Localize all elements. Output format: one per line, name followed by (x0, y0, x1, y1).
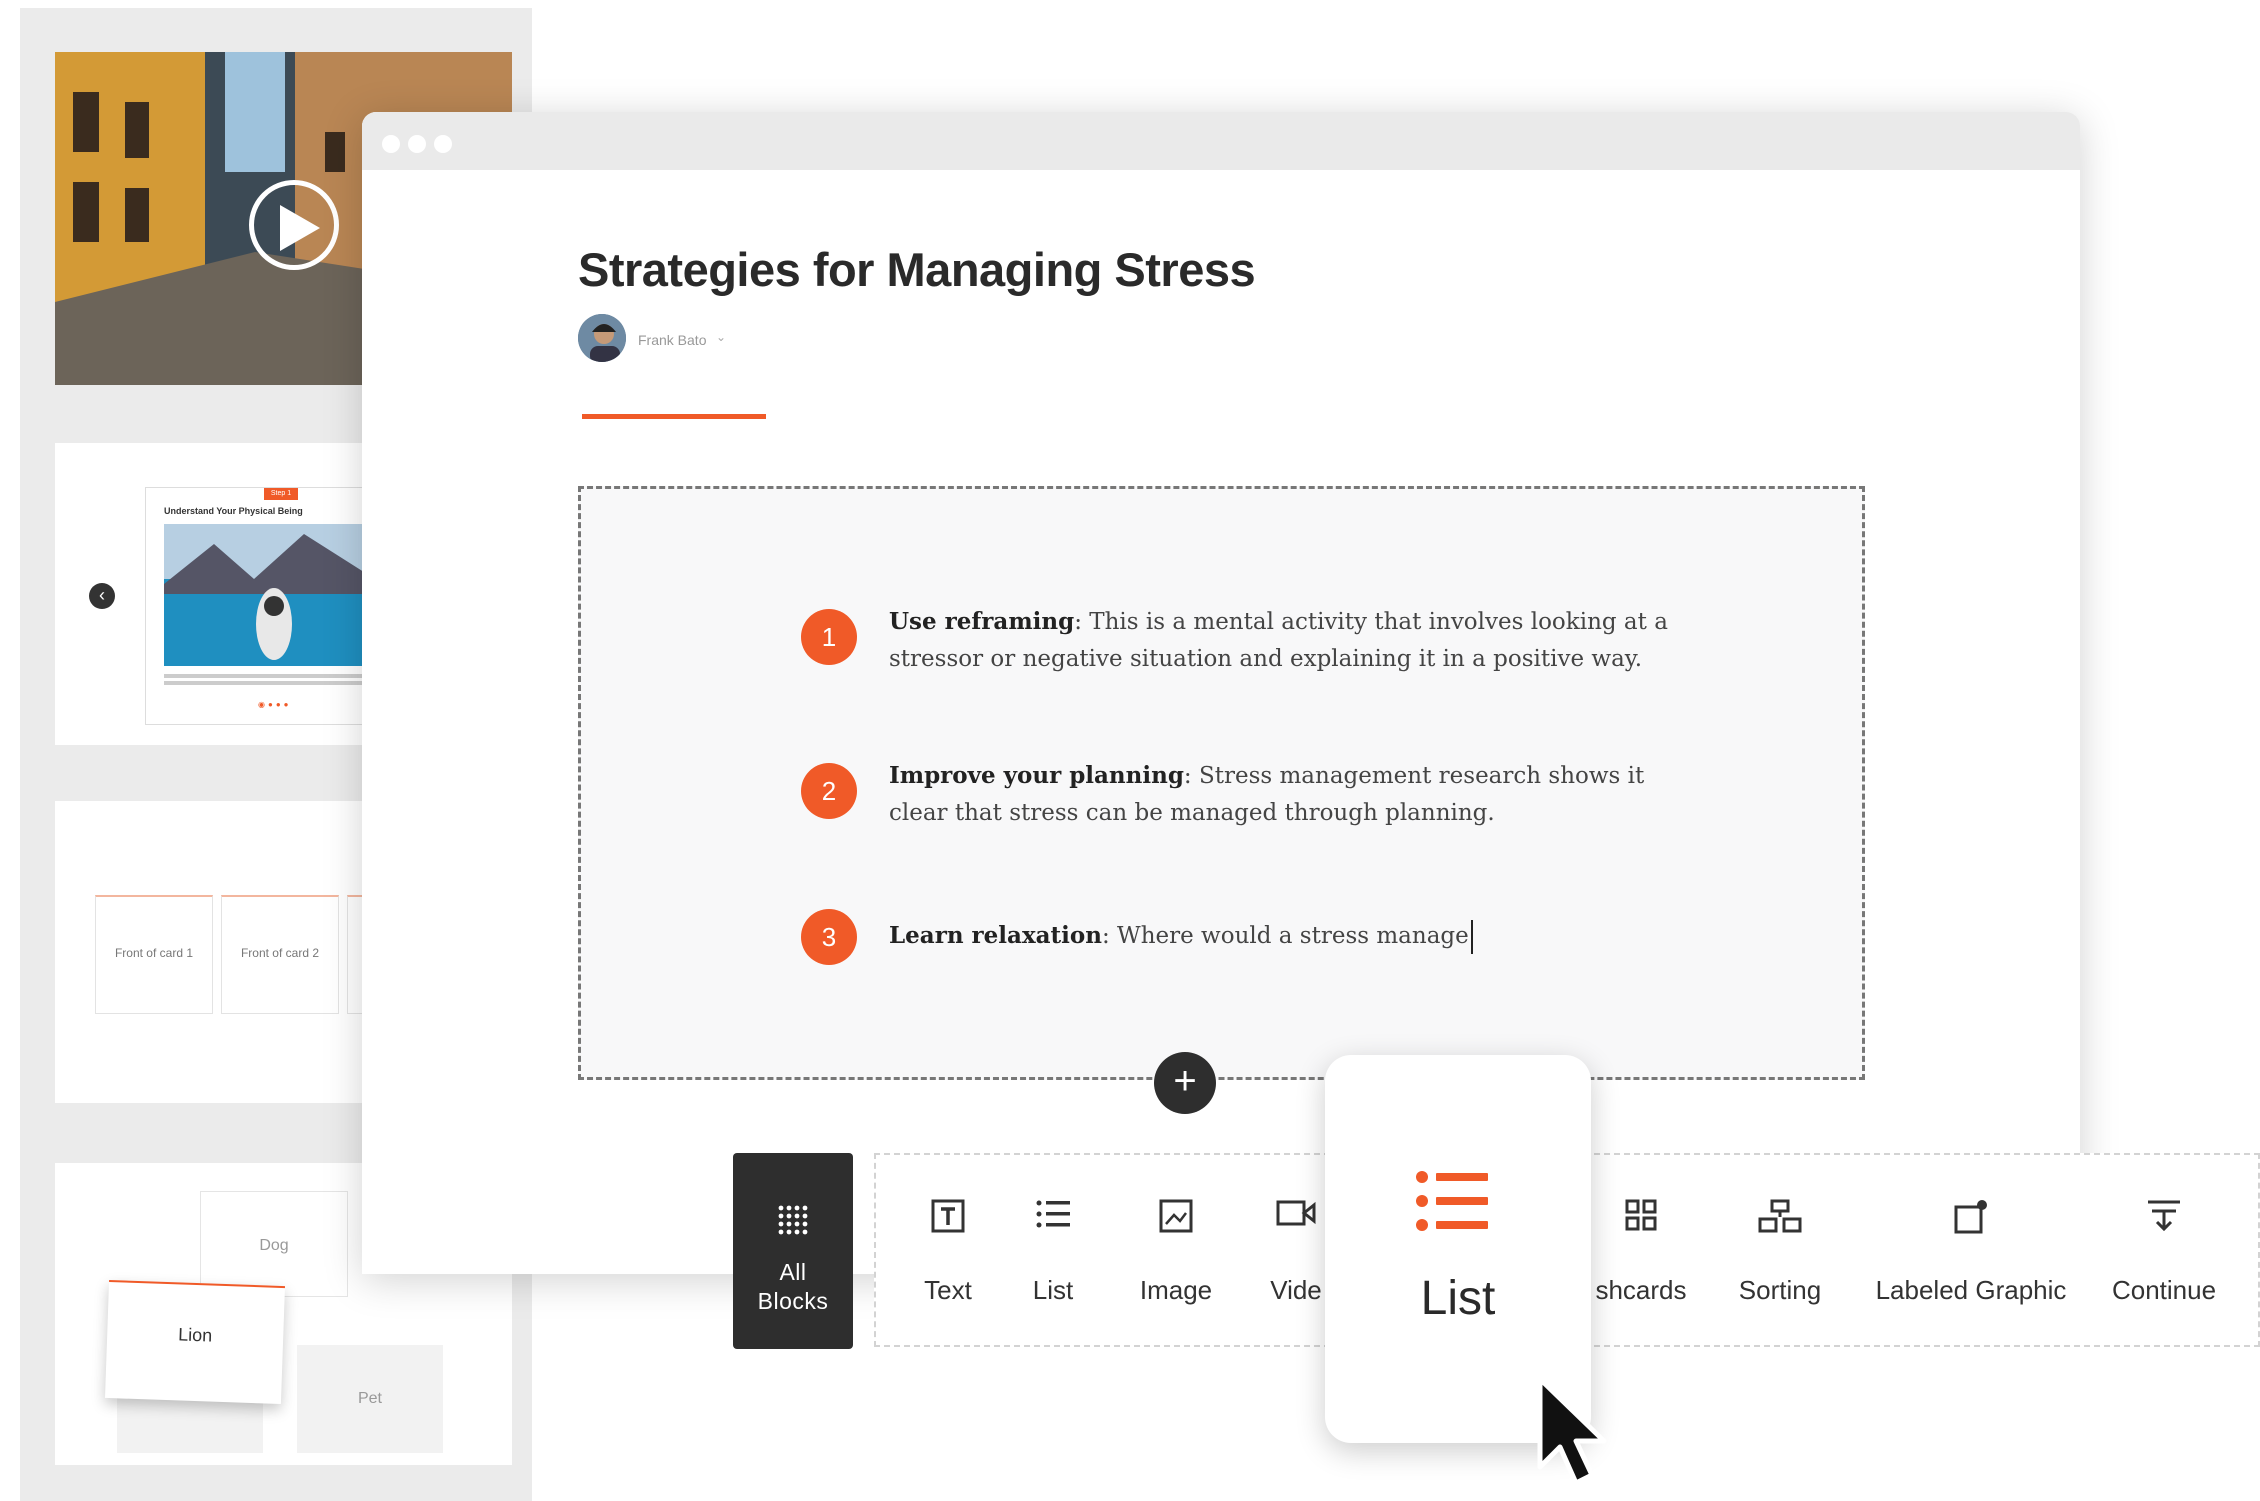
list-item-heading: Improve your planning (889, 762, 1184, 789)
step-badge: Step 1 (264, 488, 298, 500)
block-image-button[interactable]: Image (1112, 1155, 1240, 1345)
list-item-text[interactable]: Learn relaxation: Where would a stress m… (889, 917, 1689, 955)
all-blocks-button[interactable]: All Blocks (733, 1153, 853, 1349)
block-label: shcards (1595, 1275, 1687, 1305)
text-cursor (1470, 920, 1473, 954)
labeled-graphic-icon (1954, 1200, 1987, 1234)
list-icon (1416, 1171, 1488, 1231)
list-item-text[interactable]: Use reframing: This is a mental activity… (889, 603, 1689, 678)
flashcard[interactable]: Front of card 2 (221, 895, 339, 1014)
step-pagination[interactable]: ◉●●● (258, 700, 291, 709)
window-titlebar (362, 112, 2080, 170)
step-title: Understand Your Physical Being (164, 506, 303, 516)
step-body-placeholder (164, 674, 374, 678)
numbered-list-block[interactable]: 1 Use reframing: This is a mental activi… (578, 486, 1865, 1080)
list-number-badge: 2 (801, 763, 857, 819)
title-underline (582, 414, 766, 419)
window-dot (434, 135, 452, 153)
continue-icon (2148, 1200, 2180, 1232)
block-label: Sorting (1738, 1275, 1822, 1305)
block-label: Labeled Graphic (1875, 1275, 2067, 1305)
mouse-pointer-icon (1537, 1376, 1607, 1486)
list-item-heading: Learn relaxation (889, 922, 1102, 949)
block-sorting-button[interactable]: Sorting (1710, 1155, 1850, 1345)
all-blocks-label: All (779, 1259, 807, 1285)
window-dot (408, 135, 426, 153)
block-label: List (1032, 1275, 1074, 1305)
block-label: Vide (1270, 1275, 1322, 1305)
list-item-body: : Where would a stress manage (1102, 923, 1469, 949)
sorting-pile[interactable]: Pet (297, 1345, 443, 1453)
flashcard[interactable]: Front of card 1 (95, 895, 213, 1014)
grid-icon (778, 1205, 808, 1235)
block-labeled-graphic-button[interactable]: Labeled Graphic (1866, 1155, 2076, 1345)
block-label: Image (1139, 1275, 1213, 1305)
author-avatar (578, 314, 626, 362)
author-name[interactable]: Frank Bato (638, 332, 706, 348)
flashcards-icon (1625, 1199, 1657, 1231)
add-block-button[interactable]: + (1154, 1052, 1216, 1114)
list-icon (1036, 1200, 1070, 1228)
window-dot (382, 135, 400, 153)
block-list-button[interactable]: List (1008, 1155, 1098, 1345)
block-flashcards-button[interactable]: shcards (1586, 1155, 1696, 1345)
block-text-button[interactable]: Text (896, 1155, 1000, 1345)
process-step-card: Step 1 Understand Your Physical Being ◉●… (145, 487, 387, 725)
list-number-badge: 3 (801, 909, 857, 965)
text-icon (931, 1199, 965, 1233)
block-label: Continue (2111, 1275, 2217, 1305)
list-number-badge: 1 (801, 609, 857, 665)
play-button[interactable] (249, 180, 339, 270)
kayak-lake-image (164, 524, 386, 666)
chevron-down-icon[interactable]: ⌄ (716, 330, 726, 344)
image-icon (1159, 1199, 1193, 1233)
all-blocks-label: Blocks (757, 1288, 829, 1314)
block-continue-button[interactable]: Continue (2094, 1155, 2234, 1345)
list-item-heading: Use reframing (889, 608, 1075, 635)
editor-window: Strategies for Managing Stress Frank Bat… (362, 112, 2080, 1274)
sorting-icon (1758, 1199, 1802, 1233)
hover-card-label: List (1420, 1272, 1496, 1325)
list-item-text[interactable]: Improve your planning: Stress management… (889, 757, 1689, 832)
lesson-title[interactable]: Strategies for Managing Stress (578, 242, 1256, 297)
previous-arrow-icon[interactable]: ‹ (89, 583, 115, 609)
sorting-card-dragged[interactable]: Lion (104, 1279, 286, 1405)
sorting-card[interactable]: Dog (200, 1191, 348, 1297)
block-label: Text (924, 1275, 972, 1305)
video-icon (1276, 1200, 1316, 1226)
block-video-button[interactable]: Vide (1256, 1155, 1336, 1345)
